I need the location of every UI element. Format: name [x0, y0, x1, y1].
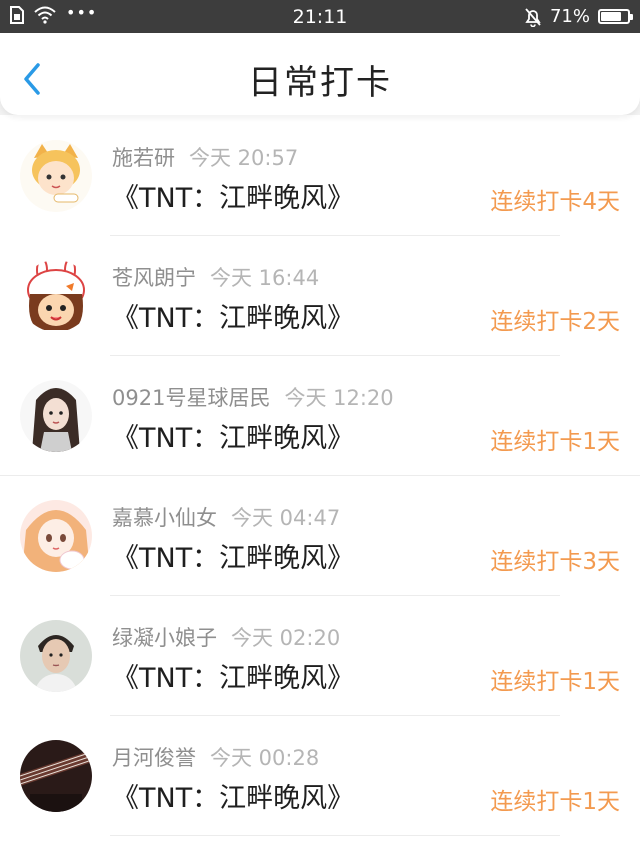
page-title: 日常打卡	[248, 63, 392, 103]
list-item[interactable]: 苍风朗宁 今天 16:44 《TNT：江畔晚风》 连续打卡2天	[0, 236, 640, 356]
list-item[interactable]: 嘉慕小仙女 今天 04:47 《TNT：江畔晚风》 连续打卡3天	[0, 476, 640, 596]
user-name[interactable]: 苍风朗宁	[112, 266, 196, 290]
entry-meta: 嘉慕小仙女 今天 04:47	[112, 502, 340, 532]
book-title[interactable]: 《TNT：江畔晚风》	[112, 776, 354, 815]
avatar[interactable]	[20, 620, 92, 692]
user-name[interactable]: 月河俊誉	[112, 746, 196, 770]
entry-meta: 施若研 今天 20:57	[112, 142, 298, 172]
entry-meta: 0921号星球居民 今天 12:20	[112, 382, 394, 412]
streak-label: 连续打卡1天	[490, 669, 620, 695]
book-title[interactable]: 《TNT：江畔晚风》	[112, 416, 354, 455]
entry-meta: 绿凝小娘子 今天 02:20	[112, 622, 340, 652]
streak-label: 连续打卡1天	[490, 429, 620, 455]
cartoon-dog-avatar-icon	[20, 140, 92, 212]
user-name[interactable]: 绿凝小娘子	[112, 626, 217, 650]
book-title[interactable]: 《TNT：江畔晚风》	[112, 536, 354, 575]
avatar[interactable]	[20, 260, 92, 332]
battery-percent: 71%	[549, 6, 590, 27]
anime-girl-avatar-icon	[20, 500, 92, 572]
user-name[interactable]: 施若研	[112, 146, 175, 170]
avatar[interactable]	[20, 500, 92, 572]
avatar[interactable]	[20, 380, 92, 452]
checkin-time: 今天 02:20	[231, 626, 341, 650]
status-bar: ••• 21:11 71%	[0, 0, 640, 33]
streak-label: 连续打卡2天	[490, 309, 620, 335]
row-divider	[110, 835, 560, 836]
checkin-time: 今天 00:28	[210, 746, 320, 770]
list-item[interactable]: 绿凝小娘子 今天 02:20 《TNT：江畔晚风》 连续打卡1天	[0, 596, 640, 716]
streak-label: 连续打卡3天	[490, 549, 620, 575]
book-title[interactable]: 《TNT：江畔晚风》	[112, 656, 354, 695]
streak-label: 连续打卡1天	[490, 789, 620, 815]
checkin-time: 今天 16:44	[210, 266, 320, 290]
avatar[interactable]	[20, 740, 92, 812]
battery-icon	[598, 9, 633, 24]
checkin-time: 今天 12:20	[284, 386, 394, 410]
book-title[interactable]: 《TNT：江畔晚风》	[112, 296, 354, 335]
header: 日常打卡	[0, 33, 640, 115]
entry-meta: 月河俊誉 今天 00:28	[112, 742, 319, 772]
checkin-list: 施若研 今天 20:57 《TNT：江畔晚风》 连续打卡4天 苍风朗宁 今天 16:…	[0, 116, 640, 836]
list-item[interactable]: 月河俊誉 今天 00:28 《TNT：江畔晚风》 连续打卡1天	[0, 716, 640, 836]
checkin-time: 今天 04:47	[231, 506, 341, 530]
streak-label: 连续打卡4天	[490, 189, 620, 215]
dark-guitar-avatar-icon	[20, 740, 92, 812]
checkin-time: 今天 20:57	[189, 146, 299, 170]
boy-portrait-avatar-icon	[20, 620, 92, 692]
list-item[interactable]: 施若研 今天 20:57 《TNT：江畔晚风》 连续打卡4天	[0, 116, 640, 236]
entry-meta: 苍风朗宁 今天 16:44	[112, 262, 319, 292]
bunny-girl-avatar-icon	[20, 260, 92, 332]
status-right-icons: 71%	[524, 6, 633, 27]
book-title[interactable]: 《TNT：江畔晚风》	[112, 176, 354, 215]
user-name[interactable]: 嘉慕小仙女	[112, 506, 217, 530]
battery-fill	[601, 12, 621, 21]
mute-bell-icon	[525, 7, 541, 27]
avatar[interactable]	[20, 140, 92, 212]
user-name[interactable]: 0921号星球居民	[112, 386, 270, 410]
sketch-girl-avatar-icon	[20, 380, 92, 452]
list-item[interactable]: 0921号星球居民 今天 12:20 《TNT：江畔晚风》 连续打卡1天	[0, 356, 640, 476]
